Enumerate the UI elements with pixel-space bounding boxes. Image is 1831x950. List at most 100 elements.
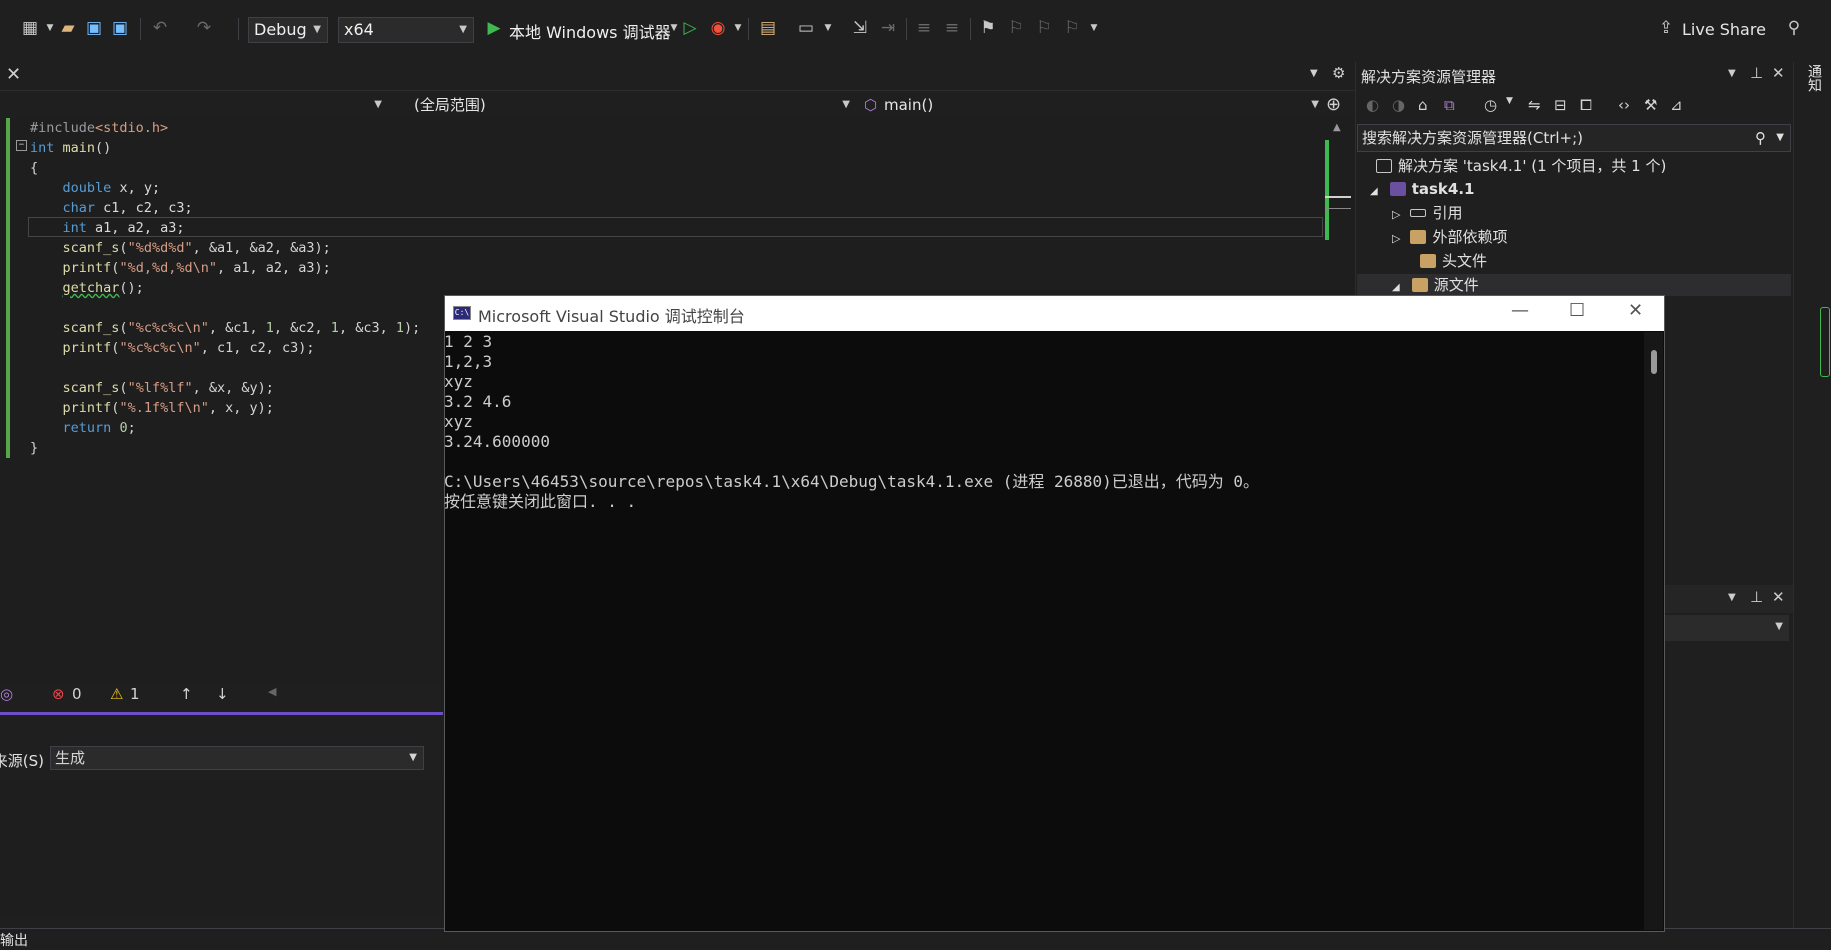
tree-item-references[interactable]: ▷ 引用 <box>1392 202 1462 224</box>
platform-dropdown[interactable]: x64 ▼ <box>338 17 474 43</box>
next-bookmark-icon[interactable]: ⚐ <box>1034 18 1054 38</box>
arrow-up-icon[interactable]: ↑ <box>180 685 193 703</box>
console-app-icon: C:\ <box>453 306 471 320</box>
tree-item-solution[interactable]: 解决方案 'task4.1' (1 个项目，共 1 个) <box>1376 155 1666 177</box>
pending-changes-dropdown-icon[interactable]: ▼ <box>1506 96 1513 106</box>
code-line: int main() <box>30 140 112 156</box>
expanded-triangle-icon[interactable]: ◢ <box>1392 282 1400 293</box>
window-position-dropdown-icon[interactable]: ▼ <box>1728 68 1736 79</box>
pin-icon[interactable]: ⊥ <box>1750 588 1763 606</box>
open-folder-icon[interactable]: ▰ <box>58 18 78 38</box>
output-source-dropdown[interactable]: 生成 ▼ <box>50 746 424 770</box>
bookmark-dropdown-icon[interactable]: ▼ <box>1084 18 1104 38</box>
clear-bookmarks-icon[interactable]: ⚐ <box>1062 18 1082 38</box>
console-line: xyz <box>444 372 473 391</box>
step-over-icon[interactable]: ⇥ <box>878 18 898 38</box>
tab-output[interactable]: 输出 <box>0 930 30 950</box>
bookmark-icon[interactable]: ⚑ <box>978 18 998 38</box>
home-icon[interactable]: ⌂ <box>1418 96 1428 114</box>
chevron-down-icon: ▼ <box>459 24 467 35</box>
close-icon[interactable]: ✕ <box>6 64 21 85</box>
arrow-down-icon[interactable]: ↓ <box>216 685 229 703</box>
console-scrollbar[interactable] <box>1644 332 1663 930</box>
console-scroll-thumb[interactable] <box>1651 350 1657 374</box>
navigation-bar: ▼ (全局范围) ▼ ⬡ main() ▼ ⊕ <box>0 90 1355 119</box>
solution-folder-icon[interactable]: ▤ <box>758 18 778 38</box>
forward-icon[interactable]: ◑ <box>1392 96 1405 114</box>
collapse-all-icon[interactable]: ⊟ <box>1554 96 1567 114</box>
hot-reload-dropdown-icon[interactable]: ▼ <box>728 18 748 38</box>
pin-icon[interactable]: ⊥ <box>1750 64 1763 82</box>
sync-icon[interactable]: ⇋ <box>1528 96 1541 114</box>
collapsed-triangle-icon[interactable]: ▷ <box>1392 232 1400 245</box>
output-window[interactable] <box>0 778 443 915</box>
warning-count[interactable]: 1 <box>130 685 140 703</box>
minimize-icon[interactable]: — <box>1511 300 1529 321</box>
view-code-icon[interactable]: ‹› <box>1618 96 1630 114</box>
pending-changes-icon[interactable]: ◷ <box>1484 96 1497 114</box>
member-dropdown[interactable]: ⬡ main() ▼ <box>860 94 1325 116</box>
save-all-icon[interactable]: ▣ <box>110 18 130 38</box>
user-feedback-icon[interactable]: ⚲ <box>1784 18 1804 38</box>
browser-link-icon[interactable]: ▭ <box>796 18 816 38</box>
close-icon[interactable]: ✕ <box>1628 300 1643 321</box>
scope-dropdown[interactable]: (全局范围) ▼ <box>392 94 856 116</box>
collapse-region-icon[interactable]: − <box>16 140 27 151</box>
undo-icon[interactable]: ↶ <box>150 18 170 38</box>
show-all-files-icon[interactable]: ⧠ <box>1580 96 1592 114</box>
start-debug-icon[interactable]: ▶ <box>484 18 504 38</box>
start-without-debug-icon[interactable]: ▷ <box>680 18 700 38</box>
configuration-dropdown[interactable]: Debug ▼ <box>248 17 328 43</box>
code-line: return 0; <box>62 420 136 436</box>
start-debug-label[interactable]: 本地 Windows 调试器 <box>509 19 671 43</box>
expanded-triangle-icon[interactable]: ◢ <box>1370 186 1378 197</box>
close-icon[interactable]: ✕ <box>1772 588 1785 606</box>
scroll-left-icon[interactable]: ◀ <box>268 685 276 698</box>
panel-accent-line <box>0 712 443 715</box>
step-into-icon[interactable]: ⇲ <box>850 18 870 38</box>
indent-icon[interactable]: ≡ <box>942 18 962 38</box>
search-icon[interactable]: ⚲ <box>1755 125 1766 151</box>
change-indicator <box>6 118 10 458</box>
prev-bookmark-icon[interactable]: ⚐ <box>1006 18 1026 38</box>
close-icon[interactable]: ✕ <box>1772 64 1785 82</box>
maximize-icon[interactable]: ☐ <box>1569 300 1585 321</box>
warning-icon[interactable]: ⚠ <box>110 685 123 703</box>
chevron-down-icon: ▼ <box>374 99 382 110</box>
live-share-icon[interactable]: ⇪ <box>1656 18 1676 38</box>
save-icon[interactable]: ▣ <box>84 18 104 38</box>
tree-item-project[interactable]: ◢ task4.1 <box>1370 178 1474 200</box>
console-line: 1 2 3 <box>444 332 493 351</box>
tree-item-header-files[interactable]: 头文件 <box>1420 250 1487 272</box>
project-dropdown[interactable]: ▼ <box>0 94 388 116</box>
notifications-tab[interactable]: 通知 <box>1804 64 1822 92</box>
tree-item-external-dependencies[interactable]: ▷ 外部依赖项 <box>1392 226 1507 248</box>
hot-reload-icon[interactable]: ◉ <box>708 18 728 38</box>
error-count[interactable]: 0 <box>72 685 82 703</box>
console-output: 1 2 3 1,2,3 xyz 3.2 4.6 xyz 3.24.600000 … <box>444 332 1644 512</box>
preview-icon[interactable]: ⊿ <box>1670 96 1683 114</box>
window-position-dropdown-icon[interactable]: ▼ <box>1728 592 1736 603</box>
back-icon[interactable]: ◐ <box>1366 96 1379 114</box>
redo-icon[interactable]: ↷ <box>194 18 214 38</box>
collapsed-triangle-icon[interactable]: ▷ <box>1392 208 1400 221</box>
solution-search-input[interactable]: 搜索解决方案资源管理器(Ctrl+;) ⚲ ▼ <box>1357 124 1791 152</box>
gear-icon[interactable]: ⚙ <box>1332 64 1345 82</box>
tree-item-source-files[interactable]: ◢ 源文件 <box>1392 274 1479 296</box>
wrench-icon[interactable]: ⚒ <box>1644 96 1657 114</box>
code-line: scanf_s("%lf%lf", &x, &y); <box>62 380 274 396</box>
new-item-icon[interactable]: ▦ <box>20 18 40 38</box>
browser-link-dropdown-icon[interactable]: ▼ <box>818 18 838 38</box>
search-options-dropdown-icon[interactable]: ▼ <box>1776 125 1784 151</box>
copilot-icon[interactable]: ◎ <box>0 685 13 703</box>
scroll-up-icon[interactable]: ▲ <box>1333 122 1341 133</box>
switch-views-icon[interactable]: ⧉ <box>1444 96 1455 114</box>
live-share-button[interactable]: Live Share <box>1682 20 1766 39</box>
tab-list-dropdown-icon[interactable]: ▼ <box>1310 68 1318 79</box>
split-window-icon[interactable]: ⊕ <box>1326 94 1341 115</box>
code-line: char c1, c2, c3; <box>62 200 193 216</box>
error-icon[interactable]: ⊗ <box>52 685 65 703</box>
console-title-bar: C:\ Microsoft Visual Studio 调试控制台 — ☐ ✕ <box>445 296 1664 331</box>
outdent-icon[interactable]: ≡ <box>914 18 934 38</box>
new-item-dropdown-icon[interactable]: ▼ <box>40 18 60 38</box>
